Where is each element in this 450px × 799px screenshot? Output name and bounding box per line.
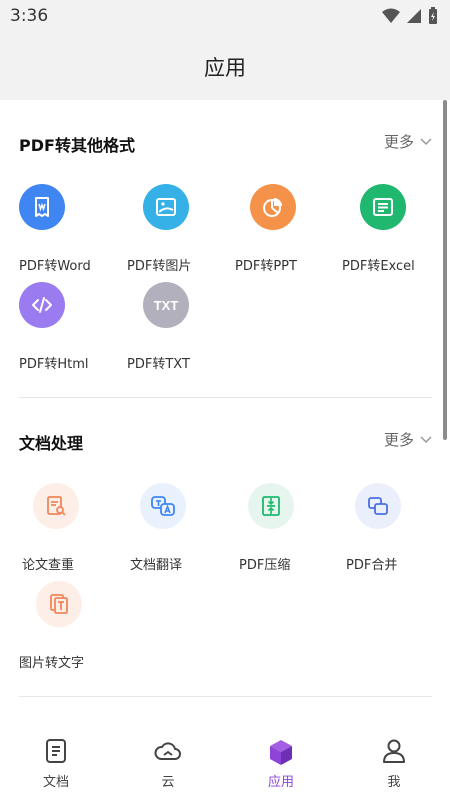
tab-label: 云 xyxy=(161,775,175,790)
wifi-icon xyxy=(382,8,400,23)
merge-icon xyxy=(355,483,401,529)
txt-icon: TXT xyxy=(143,282,189,328)
tool-pdf-to-html[interactable]: PDF转Html xyxy=(0,282,112,380)
more-button[interactable]: 更多 xyxy=(384,429,432,450)
tab-cloud[interactable]: 云 xyxy=(112,730,224,799)
tool-pdf-to-excel[interactable]: PDF转Excel xyxy=(323,184,435,282)
section-header-pdf-convert: PDF转其他格式 更多 xyxy=(0,128,450,158)
tool-paper-check[interactable]: 论文查重 xyxy=(0,483,112,581)
section-divider xyxy=(19,397,432,398)
section-divider xyxy=(19,696,432,697)
tab-label: 我 xyxy=(387,775,401,790)
status-icons xyxy=(382,7,438,25)
more-button[interactable]: 更多 xyxy=(384,131,432,152)
code-icon xyxy=(19,282,65,328)
pie-chart-icon xyxy=(250,184,296,230)
tab-documents[interactable]: 文档 xyxy=(0,730,112,799)
more-label: 更多 xyxy=(383,431,414,449)
document-search-icon xyxy=(33,483,79,529)
battery-icon xyxy=(429,7,437,24)
document-tab-icon xyxy=(0,738,112,764)
more-label: 更多 xyxy=(383,133,414,151)
tool-label: PDF合并 xyxy=(346,558,398,573)
status-bar: 3:36 xyxy=(0,0,450,32)
bottom-tab-bar: 文档 云 应用 我 xyxy=(0,730,450,799)
tab-label: 文档 xyxy=(42,775,69,790)
cloud-icon xyxy=(112,738,224,764)
tool-image-to-text[interactable]: 图片转文字 xyxy=(0,581,112,679)
section-header-doc-process: 文档处理 更多 xyxy=(0,426,450,456)
tool-pdf-merge[interactable]: PDF合并 xyxy=(323,483,435,581)
tab-label: 应用 xyxy=(267,775,294,790)
tool-label: PDF转TXT xyxy=(127,357,190,372)
apps-cube-icon xyxy=(225,738,337,766)
header-area: 3:36 应用 xyxy=(0,0,450,100)
image-icon xyxy=(143,184,189,230)
signal-icon xyxy=(407,9,421,23)
section-title: PDF转其他格式 xyxy=(19,136,135,155)
compress-icon xyxy=(248,483,294,529)
main-content: PDF转其他格式 更多 PDF转Word PDF转图片 PDF转PPT PDF转… xyxy=(0,100,450,730)
tool-pdf-compress[interactable]: PDF压缩 xyxy=(216,483,328,581)
txt-badge: TXT xyxy=(153,297,179,313)
scrollbar[interactable] xyxy=(443,100,447,440)
page-title: 应用 xyxy=(204,56,246,80)
tool-label: PDF转Excel xyxy=(342,259,415,274)
tool-label: 图片转文字 xyxy=(19,656,85,671)
user-icon xyxy=(338,738,450,764)
tool-doc-translate[interactable]: 文档翻译 xyxy=(108,483,220,581)
word-doc-icon xyxy=(19,184,65,230)
tab-me[interactable]: 我 xyxy=(338,730,450,799)
tool-pdf-to-ppt[interactable]: PDF转PPT xyxy=(216,184,328,282)
chevron-down-icon xyxy=(420,137,432,145)
tool-pdf-to-word[interactable]: PDF转Word xyxy=(0,184,112,282)
translate-icon xyxy=(140,483,186,529)
image-to-text-icon xyxy=(36,581,82,627)
status-time: 3:36 xyxy=(10,6,49,26)
tool-pdf-to-txt[interactable]: TXT PDF转TXT xyxy=(108,282,220,380)
chevron-down-icon xyxy=(420,435,432,443)
section-title: 文档处理 xyxy=(19,434,84,453)
spreadsheet-icon xyxy=(360,184,406,230)
tool-pdf-to-image[interactable]: PDF转图片 xyxy=(108,184,220,282)
tab-apps[interactable]: 应用 xyxy=(225,730,337,799)
